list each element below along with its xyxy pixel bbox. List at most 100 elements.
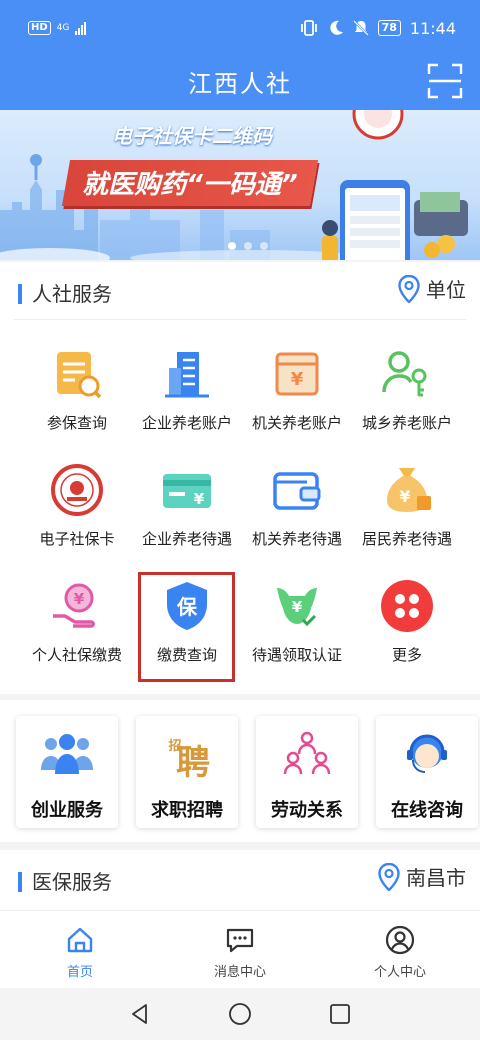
medical-services-title: 医保服务 xyxy=(32,870,112,894)
app-header: 江西人社 xyxy=(0,56,480,110)
hand-coin-icon: ¥ xyxy=(53,583,95,628)
building-icon xyxy=(165,352,209,398)
document-search-icon xyxy=(57,352,102,399)
customer-service-icon xyxy=(407,734,447,773)
city-location-selector[interactable]: 南昌市 xyxy=(378,862,466,891)
quick-job-recruitment[interactable]: 招 聘 求职招聘 xyxy=(136,716,238,828)
service-label: 企业养老账户 xyxy=(141,414,232,432)
home-icon xyxy=(67,927,93,953)
system-navigation-bar xyxy=(0,988,480,1040)
service-e-social-security-card[interactable]: 电子社保卡 xyxy=(22,456,132,572)
banner-headline: 就医购药“一码通” xyxy=(61,160,318,206)
nav-profile[interactable]: 个人中心 xyxy=(320,911,480,988)
clock: 11:44 xyxy=(409,18,456,38)
service-payment-query[interactable]: 保 缴费查询 xyxy=(132,572,242,688)
mute-bell-icon xyxy=(352,20,369,36)
hr-services-grid: 参保查询 企业养老账户 ¥ 机关养老账户 城乡养老账户 电子社保卡 ¥ 企业养老… xyxy=(22,340,462,688)
hr-services-title: 人社服务 xyxy=(32,282,112,306)
svg-text:保: 保 xyxy=(176,595,198,619)
service-rural-urban-pension-account[interactable]: 城乡养老账户 xyxy=(352,340,462,456)
service-label: 更多 xyxy=(391,646,422,664)
service-enterprise-pension-benefits[interactable]: ¥ 企业养老待遇 xyxy=(132,456,242,572)
section-accent-bar xyxy=(18,284,22,304)
service-resident-pension-benefits[interactable]: ¥ 居民养老待遇 xyxy=(352,456,462,572)
service-institution-pension-account[interactable]: ¥ 机关养老账户 xyxy=(242,340,352,456)
yen-book-icon: ¥ xyxy=(275,352,319,396)
quick-online-consult[interactable]: 在线咨询 xyxy=(376,716,478,828)
quick-entrepreneurship[interactable]: 创业服务 xyxy=(16,716,118,828)
banner-subtitle: 电子社保卡二维码 xyxy=(112,124,272,148)
more-grid-icon xyxy=(381,580,433,632)
service-label: 待遇领取认证 xyxy=(251,646,342,664)
user-icon xyxy=(385,925,415,955)
back-icon[interactable] xyxy=(128,1002,152,1026)
nav-label: 首页 xyxy=(66,965,93,980)
service-label: 参保查询 xyxy=(46,414,107,432)
medical-services-header: 医保服务 南昌市 xyxy=(14,850,466,908)
svg-text:¥: ¥ xyxy=(292,598,303,616)
service-label: 电子社保卡 xyxy=(39,530,115,548)
signal-icon xyxy=(75,21,87,35)
city-location-label: 南昌市 xyxy=(406,866,466,890)
message-icon xyxy=(226,928,254,953)
service-label: 缴费查询 xyxy=(156,646,217,664)
svg-text:¥: ¥ xyxy=(194,490,205,508)
service-benefit-certification[interactable]: ¥ 待遇领取认证 xyxy=(242,572,352,688)
unit-location-selector[interactable]: 单位 xyxy=(398,274,466,303)
svg-text:¥: ¥ xyxy=(74,590,85,608)
wallet-icon xyxy=(273,472,321,510)
banner-headline-text: 就医购药“一码通” xyxy=(82,170,298,200)
recent-apps-icon[interactable] xyxy=(328,1002,352,1026)
social-security-seal-icon xyxy=(51,464,103,516)
service-enterprise-pension-account[interactable]: 企业养老账户 xyxy=(132,340,242,456)
svg-text:¥: ¥ xyxy=(399,487,410,506)
service-label: 个人社保缴费 xyxy=(31,646,122,664)
service-insurance-query[interactable]: 参保查询 xyxy=(22,340,132,456)
unit-location-label: 单位 xyxy=(426,278,466,302)
service-personal-insurance-payment[interactable]: ¥ 个人社保缴费 xyxy=(22,572,132,688)
quick-services-section: 创业服务 招 聘 求职招聘 劳动关系 在线咨询 xyxy=(0,700,480,842)
quick-label: 在线咨询 xyxy=(391,800,463,821)
service-label: 居民养老待遇 xyxy=(361,530,452,548)
promo-banner[interactable]: 电子社保卡二维码 就医购药“一码通” xyxy=(0,110,480,260)
service-label: 城乡养老账户 xyxy=(361,414,452,432)
service-label: 机关养老账户 xyxy=(251,414,342,432)
yen-verify-icon: ¥ xyxy=(277,588,317,627)
bottom-navigation: 首页 消息中心 个人中心 xyxy=(0,910,480,988)
hr-services-section: 人社服务 单位 参保查询 企业养老账户 ¥ 机关养老账户 城乡养老账户 电子社保… xyxy=(0,262,480,694)
page-title: 江西人社 xyxy=(188,70,292,98)
seal-logo xyxy=(352,110,404,140)
service-label: 机关养老待遇 xyxy=(251,530,342,548)
vibrate-icon xyxy=(300,20,317,36)
shield-bao-icon: 保 xyxy=(167,582,207,630)
person-key-icon xyxy=(382,351,427,397)
recruit-icon: 招 聘 xyxy=(168,738,210,778)
team-icon xyxy=(41,734,93,774)
status-bar: HD 4G 78 11:44 xyxy=(0,0,480,56)
service-more[interactable]: 更多 xyxy=(352,572,462,688)
section-accent-bar xyxy=(18,872,22,892)
hd-badge: HD xyxy=(28,21,51,35)
moon-icon xyxy=(329,20,343,35)
service-institution-pension-benefits[interactable]: 机关养老待遇 xyxy=(242,456,352,572)
medical-services-section: 医保服务 南昌市 xyxy=(0,850,480,910)
carousel-indicator[interactable] xyxy=(228,242,268,250)
quick-label: 劳动关系 xyxy=(271,800,343,821)
people-network-icon xyxy=(283,731,331,775)
hr-services-header: 人社服务 单位 xyxy=(14,262,466,320)
svg-text:¥: ¥ xyxy=(291,369,304,390)
battery-indicator: 78 xyxy=(377,20,401,36)
quick-label: 创业服务 xyxy=(31,800,103,821)
quick-labor-relations[interactable]: 劳动关系 xyxy=(256,716,358,828)
home-circle-icon[interactable] xyxy=(228,1002,252,1026)
service-label: 企业养老待遇 xyxy=(141,530,232,548)
location-pin-icon xyxy=(378,862,400,891)
yen-card-icon: ¥ xyxy=(163,474,211,508)
location-pin-icon xyxy=(398,274,420,303)
svg-text:聘: 聘 xyxy=(176,743,210,778)
scan-icon[interactable] xyxy=(426,62,464,100)
nav-home[interactable]: 首页 xyxy=(0,911,160,988)
nav-messages[interactable]: 消息中心 xyxy=(160,911,320,988)
nav-label: 个人中心 xyxy=(373,965,426,980)
nav-label: 消息中心 xyxy=(213,965,266,980)
